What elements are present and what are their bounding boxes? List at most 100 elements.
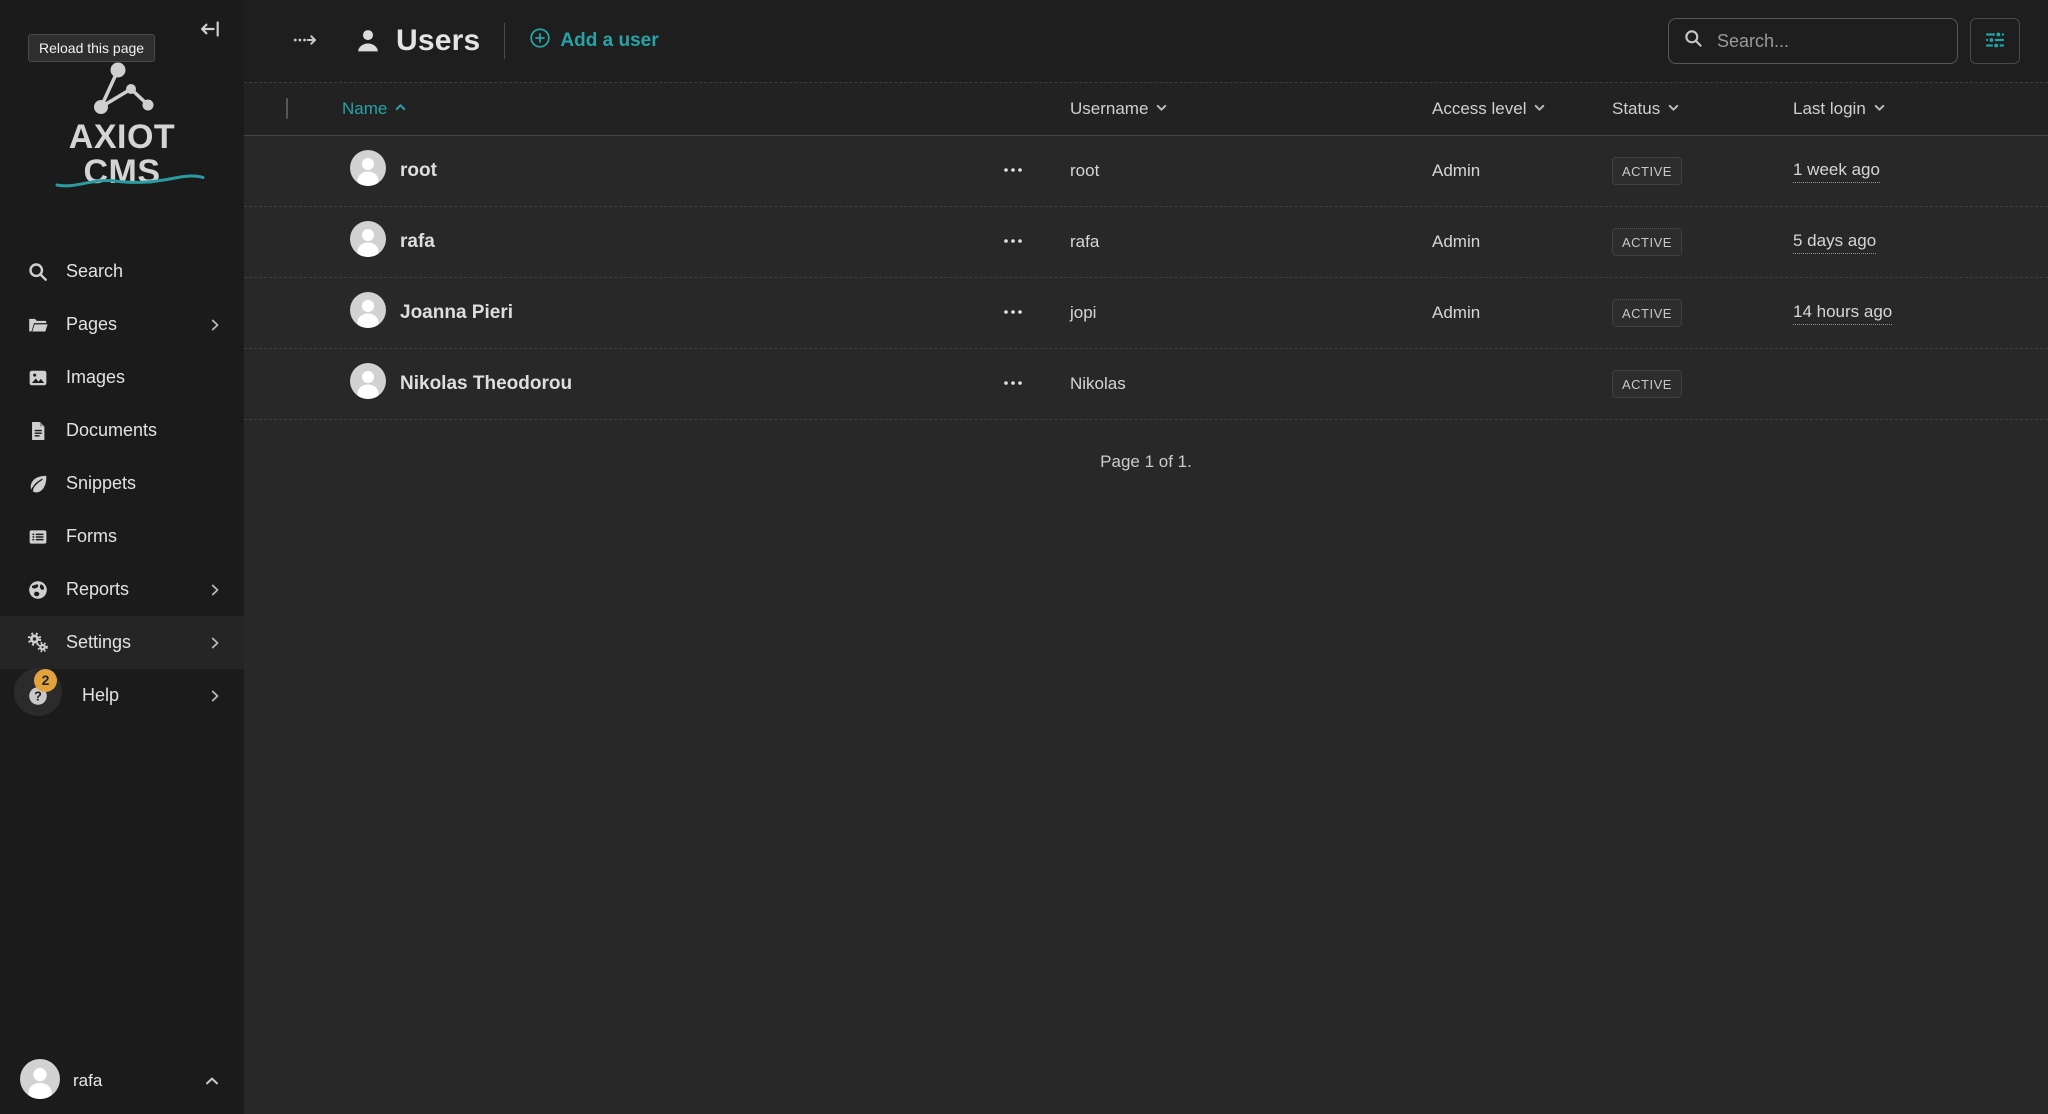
pagination-status: Page 1 of 1. (244, 452, 2048, 472)
column-label: Username (1070, 99, 1148, 119)
avatar (350, 221, 386, 263)
form-list-icon (26, 525, 50, 549)
table-row[interactable]: Joanna Pieri jopi Admin ACTIVE 14 hours … (244, 278, 2048, 349)
select-all-checkbox[interactable] (286, 98, 288, 119)
sidebar: Reload this page AXIOT CMS (0, 0, 244, 1114)
column-header-name[interactable]: Name (342, 99, 999, 119)
cell-last-login[interactable]: 5 days ago (1793, 231, 1876, 254)
status-badge: ACTIVE (1612, 157, 1682, 185)
search-box (1668, 18, 1958, 64)
column-header-username[interactable]: Username (1070, 99, 1432, 119)
table-header-row: Name Username (244, 82, 2048, 136)
user-name-link[interactable]: rafa (400, 231, 435, 253)
sidebar-item-label: Images (66, 367, 224, 388)
table-row[interactable]: rafa rafa Admin ACTIVE 5 days ago (244, 207, 2048, 278)
sidebar-collapse-button[interactable] (194, 14, 226, 47)
chevron-right-icon (206, 634, 224, 652)
cell-access-level: Admin (1432, 232, 1612, 252)
sidebar-item-images[interactable]: Images (0, 351, 244, 404)
caret-down-icon (1873, 99, 1886, 119)
brand-graph-icon (74, 60, 170, 120)
chevron-right-icon (206, 316, 224, 334)
app-root: Reload this page AXIOT CMS (0, 0, 2048, 1114)
table-row[interactable]: root root Admin ACTIVE 1 week ago (244, 136, 2048, 207)
sidebar-item-label: Reports (66, 579, 206, 600)
globe-icon (26, 578, 50, 602)
sort-ascending-icon (394, 99, 407, 119)
search-input[interactable] (1715, 30, 1943, 53)
cog-icon (26, 631, 50, 655)
row-actions-button[interactable] (999, 157, 1027, 186)
ellipsis-icon (1001, 234, 1025, 251)
row-actions-button[interactable] (999, 299, 1027, 328)
user-name-link[interactable]: Joanna Pieri (400, 302, 513, 324)
sidebar-item-help[interactable]: ? 2 Help (0, 669, 244, 722)
reload-tooltip: Reload this page (28, 34, 155, 62)
brand-wave-icon (55, 172, 205, 190)
status-badge: ACTIVE (1612, 228, 1682, 256)
sidebar-item-label: Search (66, 261, 224, 282)
page-header: Users Add a user (244, 0, 2048, 82)
sidebar-item-label: Help (82, 685, 206, 706)
account-menu[interactable]: rafa (0, 1048, 244, 1114)
cell-username: Nikolas (1070, 374, 1432, 394)
column-label: Status (1612, 99, 1660, 119)
page-title: Users (396, 24, 480, 58)
column-header-last-login[interactable]: Last login (1793, 99, 2048, 119)
sidebar-item-label: Forms (66, 526, 224, 547)
svg-text:?: ? (34, 689, 42, 703)
chevron-right-icon (206, 687, 224, 705)
plus-circle-icon (529, 27, 551, 55)
document-icon (26, 419, 50, 443)
column-label: Last login (1793, 99, 1866, 119)
column-header-status[interactable]: Status (1612, 99, 1793, 119)
snippet-leaf-icon (26, 472, 50, 496)
main-content: Users Add a user (244, 0, 2048, 1114)
brand-logo[interactable]: AXIOT CMS (0, 60, 244, 189)
sidebar-item-snippets[interactable]: Snippets (0, 457, 244, 510)
column-header-access-level[interactable]: Access level (1432, 99, 1612, 119)
cell-access-level: Admin (1432, 161, 1612, 181)
status-badge: ACTIVE (1612, 370, 1682, 398)
chevron-right-icon (206, 581, 224, 599)
ellipsis-icon (1001, 163, 1025, 180)
sidebar-item-search[interactable]: Search (0, 245, 244, 298)
row-actions-button[interactable] (999, 228, 1027, 257)
avatar (350, 292, 386, 334)
cell-access-level: Admin (1432, 303, 1612, 323)
sidebar-item-reports[interactable]: Reports (0, 563, 244, 616)
filters-button[interactable] (1970, 18, 2020, 64)
cell-username: root (1070, 161, 1432, 181)
image-icon (26, 366, 50, 390)
search-icon (26, 260, 50, 284)
notification-count-badge: 2 (34, 669, 57, 692)
breadcrumb-expand-button[interactable] (288, 25, 322, 58)
user-name-link[interactable]: Nikolas Theodorou (400, 373, 572, 395)
column-label: Access level (1432, 99, 1526, 119)
users-table: Name Username (244, 82, 2048, 420)
sidebar-item-pages[interactable]: Pages (0, 298, 244, 351)
users-icon (354, 27, 382, 55)
sidebar-item-settings[interactable]: Settings (0, 616, 244, 669)
cell-last-login[interactable]: 14 hours ago (1793, 302, 1892, 325)
ellipsis-icon (1001, 305, 1025, 322)
header-divider (504, 23, 505, 59)
sliders-filter-icon (1983, 28, 2007, 55)
account-username: rafa (73, 1071, 102, 1091)
avatar (20, 1059, 60, 1104)
caret-down-icon (1667, 99, 1680, 119)
add-user-button[interactable]: Add a user (529, 27, 658, 55)
avatar (350, 363, 386, 405)
search-icon (1683, 28, 1704, 54)
cell-username: jopi (1070, 303, 1432, 323)
row-actions-button[interactable] (999, 370, 1027, 399)
sidebar-item-forms[interactable]: Forms (0, 510, 244, 563)
table-row[interactable]: Nikolas Theodorou Nikolas ACTIVE (244, 349, 2048, 420)
sidebar-item-documents[interactable]: Documents (0, 404, 244, 457)
user-name-link[interactable]: root (400, 160, 437, 182)
cell-username: rafa (1070, 232, 1432, 252)
cell-last-login[interactable]: 1 week ago (1793, 160, 1880, 183)
folder-open-icon (26, 313, 50, 337)
ellipsis-icon (1001, 376, 1025, 393)
sidebar-item-label: Snippets (66, 473, 224, 494)
